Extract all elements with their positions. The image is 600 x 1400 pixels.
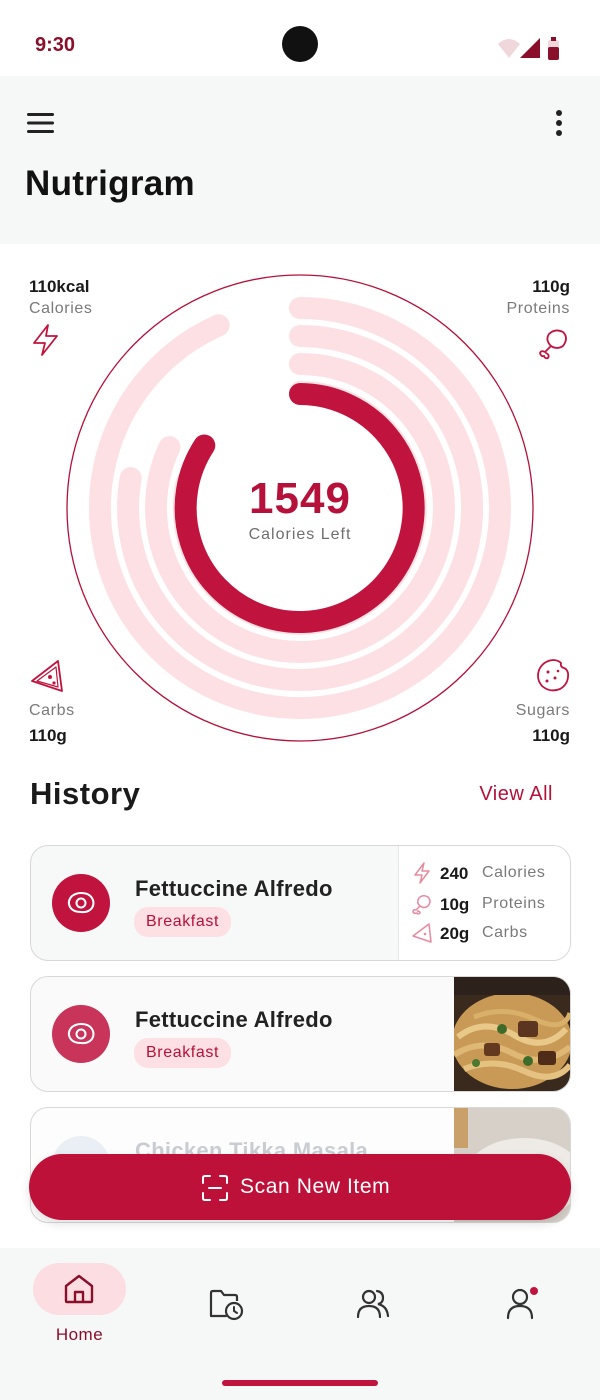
stat-carbs: 20g Carbs — [412, 922, 527, 946]
calories-left-value: 1549 — [249, 474, 351, 523]
history-folder-icon[interactable] — [208, 1288, 244, 1322]
notification-dot — [530, 1287, 538, 1295]
stat-label: Carbs — [482, 924, 528, 941]
pizza-slice-icon — [31, 660, 63, 692]
meal-name: Fettuccine Alfredo — [135, 1007, 333, 1032]
community-icon[interactable] — [355, 1288, 391, 1320]
drumstick-icon — [539, 329, 567, 360]
camera-cutout — [282, 26, 318, 62]
egg-icon — [67, 1022, 95, 1045]
meal-icon — [52, 874, 110, 932]
stat-value: 240 — [440, 864, 469, 883]
history-title: History — [30, 776, 141, 811]
hamburger-menu-icon[interactable] — [26, 110, 56, 136]
view-all-link[interactable]: View All — [479, 783, 553, 806]
history-card[interactable]: Fettuccine Alfredo Breakfast — [30, 976, 571, 1092]
nav-item-home[interactable] — [33, 1263, 126, 1315]
meal-icon — [52, 1005, 110, 1063]
meal-name: Fettuccine Alfredo — [135, 876, 333, 901]
stat-value: 10g — [440, 895, 470, 914]
stat-calories: 240 Calories — [412, 862, 545, 886]
meal-tag: Breakfast — [134, 907, 231, 937]
status-bar: 9:30 — [0, 0, 600, 76]
history-card[interactable]: Fettuccine Alfredo Breakfast 240 Calorie… — [30, 845, 571, 961]
stat-label: Calories — [482, 864, 546, 881]
stat-label: Proteins — [482, 895, 546, 912]
egg-icon — [67, 891, 95, 914]
cookie-icon — [537, 659, 569, 692]
signal-icon — [520, 38, 540, 58]
home-icon — [64, 1274, 94, 1304]
pasta-photo — [454, 977, 570, 1091]
scan-new-item-button[interactable]: Scan New Item — [29, 1154, 571, 1220]
nav-label-home: Home — [55, 1325, 104, 1344]
meal-stats: 240 Calories 10g Proteins 20g Carbs — [398, 846, 570, 960]
app-header — [0, 76, 600, 244]
lightning-icon — [414, 862, 430, 884]
scan-button-label: Scan New Item — [240, 1175, 391, 1198]
profile-icon[interactable] — [504, 1284, 544, 1322]
lightning-icon — [33, 324, 58, 356]
status-icons — [498, 37, 559, 60]
pizza-slice-icon — [412, 923, 432, 943]
status-time: 9:30 — [35, 34, 76, 56]
drumstick-icon — [412, 894, 431, 915]
meal-tag: Breakfast — [134, 1038, 231, 1068]
app-title: Nutrigram — [25, 164, 195, 203]
stat-value: 20g — [440, 924, 470, 943]
home-indicator — [222, 1380, 378, 1386]
calories-left-label: Calories Left — [248, 526, 352, 543]
more-vertical-icon[interactable] — [548, 108, 570, 138]
scan-icon — [202, 1175, 228, 1201]
wifi-icon — [498, 39, 520, 58]
stat-proteins: 10g Proteins — [412, 893, 545, 917]
